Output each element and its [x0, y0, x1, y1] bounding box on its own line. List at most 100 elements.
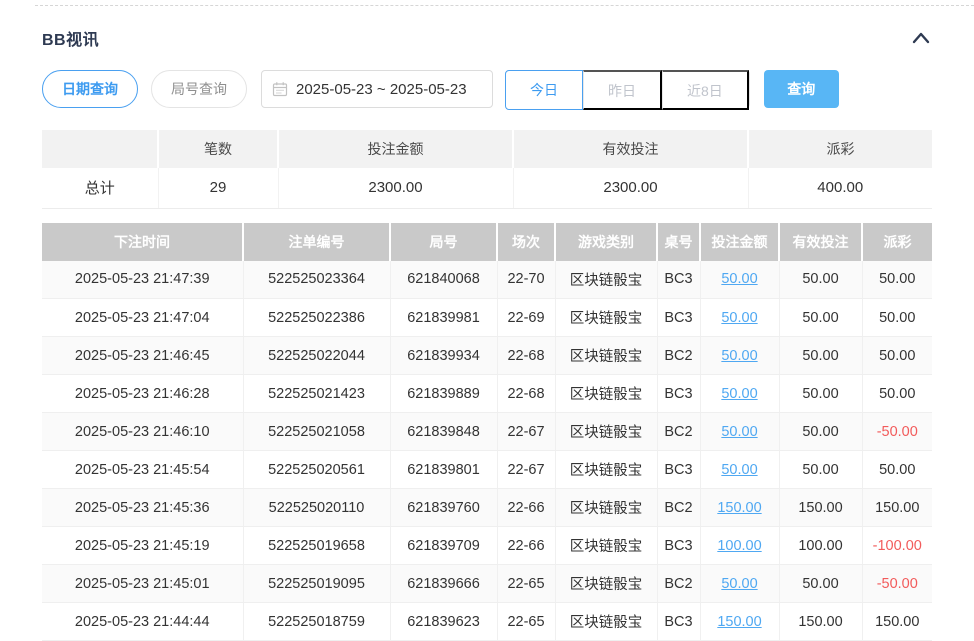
- cell-bet-amount[interactable]: 50.00: [700, 565, 779, 603]
- section-header: BB视讯: [42, 26, 932, 50]
- cell-bet-id: 522525019095: [243, 565, 390, 603]
- search-button[interactable]: 查询: [764, 70, 839, 108]
- cell-session: 22-65: [497, 603, 555, 641]
- date-query-tab[interactable]: 日期查询: [42, 70, 138, 108]
- collapse-section-button[interactable]: [910, 29, 932, 47]
- cell-session: 22-65: [497, 565, 555, 603]
- summary-header-cell: 投注金额: [278, 130, 513, 168]
- cell-bet-time: 2025-05-23 21:46:28: [42, 375, 243, 413]
- cell-round-id: 621840068: [390, 261, 497, 299]
- cell-session: 22-70: [497, 261, 555, 299]
- table-row: 2025-05-23 21:45:01522525019095621839666…: [42, 565, 932, 603]
- cell-bet-id: 522525021423: [243, 375, 390, 413]
- summary-total-cell: 总计: [42, 168, 158, 208]
- cell-game-type: 区块链骰宝: [555, 413, 657, 451]
- quick-range-2[interactable]: 近8日: [662, 70, 749, 110]
- cell-valid-bet: 150.00: [779, 489, 862, 527]
- cell-table-no: BC2: [657, 489, 700, 527]
- cell-payout: 50.00: [862, 299, 932, 337]
- cell-bet-amount[interactable]: 150.00: [700, 603, 779, 641]
- cell-table-no: BC3: [657, 299, 700, 337]
- summary-header-cell: 派彩: [748, 130, 932, 168]
- summary-total-cell: 400.00: [748, 168, 932, 208]
- cell-bet-id: 522525021058: [243, 413, 390, 451]
- cell-valid-bet: 50.00: [779, 375, 862, 413]
- cell-round-id: 621839709: [390, 527, 497, 565]
- cell-bet-amount[interactable]: 150.00: [700, 489, 779, 527]
- quick-range-group: 今日昨日近8日: [505, 70, 750, 108]
- round-query-tab[interactable]: 局号查询: [151, 70, 247, 108]
- quick-range-1[interactable]: 昨日: [583, 70, 662, 110]
- cell-payout: 50.00: [862, 337, 932, 375]
- cell-round-id: 621839981: [390, 299, 497, 337]
- cell-round-id: 621839934: [390, 337, 497, 375]
- summary-header-cell: 有效投注: [513, 130, 748, 168]
- cell-round-id: 621839760: [390, 489, 497, 527]
- header-table-no: 桌号: [657, 223, 700, 261]
- header-session: 场次: [497, 223, 555, 261]
- cell-bet-id: 522525023364: [243, 261, 390, 299]
- cell-valid-bet: 50.00: [779, 261, 862, 299]
- bet-records-table: 下注时间注单编号局号场次游戏类别桌号投注金额有效投注派彩 2025-05-23 …: [42, 223, 932, 641]
- summary-total-cell: 2300.00: [278, 168, 513, 208]
- cell-valid-bet: 50.00: [779, 337, 862, 375]
- cell-valid-bet: 50.00: [779, 299, 862, 337]
- cell-bet-time: 2025-05-23 21:44:44: [42, 603, 243, 641]
- cell-session: 22-68: [497, 375, 555, 413]
- cell-session: 22-66: [497, 527, 555, 565]
- table-row: 2025-05-23 21:44:44522525018759621839623…: [42, 603, 932, 641]
- cell-session: 22-67: [497, 413, 555, 451]
- cell-payout: -50.00: [862, 565, 932, 603]
- summary-total-cell: 2300.00: [513, 168, 748, 208]
- summary-header-row: 笔数投注金额有效投注派彩: [42, 130, 932, 168]
- cell-bet-time: 2025-05-23 21:45:54: [42, 451, 243, 489]
- cell-bet-id: 522525020561: [243, 451, 390, 489]
- cell-bet-id: 522525020110: [243, 489, 390, 527]
- cell-game-type: 区块链骰宝: [555, 489, 657, 527]
- section-divider-dashed: [35, 5, 974, 6]
- date-range-value: 2025-05-23 ~ 2025-05-23: [296, 81, 467, 98]
- cell-payout: 150.00: [862, 603, 932, 641]
- cell-bet-amount[interactable]: 50.00: [700, 261, 779, 299]
- quick-range-0[interactable]: 今日: [505, 70, 583, 110]
- calendar-icon: [272, 81, 288, 97]
- cell-bet-time: 2025-05-23 21:45:19: [42, 527, 243, 565]
- summary-total-row: 总计292300.002300.00400.00: [42, 168, 932, 208]
- cell-table-no: BC3: [657, 603, 700, 641]
- cell-table-no: BC2: [657, 565, 700, 603]
- table-row: 2025-05-23 21:46:10522525021058621839848…: [42, 413, 932, 451]
- cell-bet-amount[interactable]: 50.00: [700, 337, 779, 375]
- cell-bet-id: 522525022386: [243, 299, 390, 337]
- cell-game-type: 区块链骰宝: [555, 375, 657, 413]
- header-valid-bet: 有效投注: [779, 223, 862, 261]
- cell-valid-bet: 150.00: [779, 603, 862, 641]
- cell-bet-amount[interactable]: 100.00: [700, 527, 779, 565]
- cell-session: 22-67: [497, 451, 555, 489]
- cell-round-id: 621839666: [390, 565, 497, 603]
- cell-table-no: BC3: [657, 451, 700, 489]
- table-row: 2025-05-23 21:47:04522525022386621839981…: [42, 299, 932, 337]
- cell-valid-bet: 50.00: [779, 413, 862, 451]
- cell-bet-id: 522525019658: [243, 527, 390, 565]
- cell-bet-id: 522525018759: [243, 603, 390, 641]
- bb-video-section: BB视讯 日期查询 局号查询 2025-05-23 ~ 2025-05-23: [0, 26, 974, 641]
- cell-bet-amount[interactable]: 50.00: [700, 413, 779, 451]
- cell-bet-amount[interactable]: 50.00: [700, 299, 779, 337]
- cell-bet-time: 2025-05-23 21:45:01: [42, 565, 243, 603]
- cell-game-type: 区块链骰宝: [555, 261, 657, 299]
- summary-header-cell: [42, 130, 158, 168]
- date-range-input[interactable]: 2025-05-23 ~ 2025-05-23: [261, 70, 493, 108]
- cell-round-id: 621839889: [390, 375, 497, 413]
- cell-bet-time: 2025-05-23 21:47:04: [42, 299, 243, 337]
- summary-total-cell: 29: [158, 168, 278, 208]
- cell-game-type: 区块链骰宝: [555, 603, 657, 641]
- cell-session: 22-66: [497, 489, 555, 527]
- table-row: 2025-05-23 21:46:45522525022044621839934…: [42, 337, 932, 375]
- cell-session: 22-69: [497, 299, 555, 337]
- cell-bet-amount[interactable]: 50.00: [700, 451, 779, 489]
- header-payout: 派彩: [862, 223, 932, 261]
- header-game-type: 游戏类别: [555, 223, 657, 261]
- cell-bet-time: 2025-05-23 21:45:36: [42, 489, 243, 527]
- table-row: 2025-05-23 21:46:28522525021423621839889…: [42, 375, 932, 413]
- cell-bet-amount[interactable]: 50.00: [700, 375, 779, 413]
